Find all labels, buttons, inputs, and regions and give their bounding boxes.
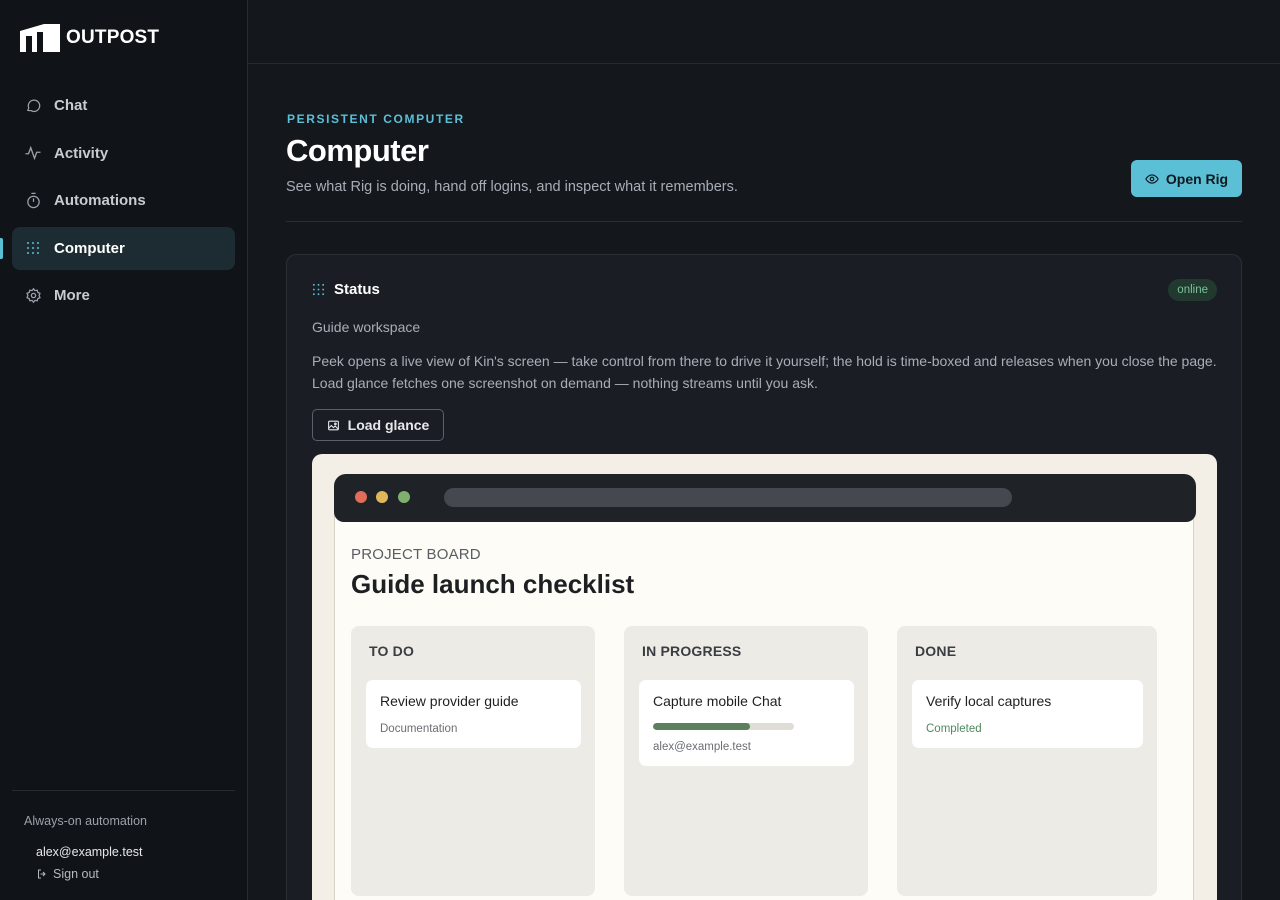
task-title: Capture mobile Chat bbox=[653, 693, 782, 709]
task-progress-bar bbox=[653, 723, 794, 730]
remote-browser-window: PROJECT BOARD Guide launch checklist TO … bbox=[334, 474, 1196, 900]
close-dot-icon bbox=[355, 491, 367, 503]
brand-logo[interactable]: OUTPOST bbox=[20, 24, 159, 52]
column-title: TO DO bbox=[369, 643, 415, 659]
task-progress-fill bbox=[653, 723, 751, 730]
dot-grid-icon bbox=[24, 239, 42, 257]
board-eyebrow: PROJECT BOARD bbox=[351, 546, 481, 563]
status-card-title: Status bbox=[334, 281, 380, 298]
task-card: Verify local captures Completed bbox=[912, 680, 1143, 748]
status-description: Peek opens a live view of Kin's screen —… bbox=[312, 353, 1217, 391]
task-title: Review provider guide bbox=[380, 693, 519, 709]
dot-grid-icon bbox=[312, 283, 325, 296]
screenshot-preview: PROJECT BOARD Guide launch checklist TO … bbox=[312, 454, 1217, 900]
sign-out-link[interactable]: Sign out bbox=[36, 867, 99, 881]
browser-titlebar bbox=[334, 474, 1196, 522]
top-bar bbox=[248, 0, 1280, 64]
active-indicator bbox=[0, 237, 3, 259]
plan-label: Always-on automation bbox=[24, 814, 147, 828]
sidebar-item-label: Activity bbox=[54, 144, 109, 162]
sidebar-item-label: Computer bbox=[54, 239, 125, 257]
address-bar bbox=[444, 488, 1012, 507]
image-icon bbox=[327, 420, 339, 430]
task-assignee: alex@example.test bbox=[653, 741, 751, 753]
sidebar-item-label: Automations bbox=[54, 192, 146, 209]
sidebar-divider bbox=[12, 790, 235, 791]
sidebar-item-activity[interactable]: Activity bbox=[12, 132, 235, 175]
open-rig-label: Open Rig bbox=[1165, 170, 1229, 187]
board-column-in-progress: IN PROGRESS Capture mobile Chat alex@exa… bbox=[624, 626, 868, 896]
sidebar-item-more[interactable]: More bbox=[12, 274, 235, 317]
load-glance-button[interactable]: Load glance bbox=[312, 409, 444, 441]
task-card: Capture mobile Chat alex@example.test bbox=[639, 680, 854, 766]
page-subtitle: See what Rig is doing, hand off logins, … bbox=[286, 179, 738, 195]
minimize-dot-icon bbox=[376, 491, 388, 503]
sidebar: OUTPOST Chat Activity Automations Comput… bbox=[0, 0, 248, 900]
outpost-logo-icon bbox=[20, 24, 60, 52]
status-card-header: Status bbox=[312, 281, 380, 298]
column-title: IN PROGRESS bbox=[642, 643, 742, 659]
user-email: alex@example.test bbox=[36, 845, 143, 859]
column-title: DONE bbox=[915, 643, 957, 659]
load-glance-label: Load glance bbox=[347, 417, 430, 433]
status-card: Status online Guide workspace Peek opens… bbox=[286, 254, 1242, 900]
gear-icon bbox=[24, 287, 42, 305]
maximize-dot-icon bbox=[398, 491, 410, 503]
sidebar-item-chat[interactable]: Chat bbox=[12, 84, 235, 127]
task-meta: Documentation bbox=[380, 723, 458, 735]
page-eyebrow: PERSISTENT COMPUTER bbox=[287, 112, 465, 126]
header-divider bbox=[286, 221, 1242, 222]
task-status: Completed bbox=[926, 723, 982, 735]
sign-out-label: Sign out bbox=[53, 867, 99, 881]
page-title: Computer bbox=[286, 133, 429, 168]
workspace-name: Guide workspace bbox=[312, 319, 421, 335]
sidebar-item-label: More bbox=[54, 287, 90, 304]
activity-pulse-icon bbox=[24, 144, 42, 162]
sign-out-icon bbox=[38, 869, 46, 879]
task-card: Review provider guide Documentation bbox=[366, 680, 581, 748]
board-title: Guide launch checklist bbox=[351, 569, 635, 599]
brand-name: OUTPOST bbox=[66, 27, 160, 48]
sidebar-item-automations[interactable]: Automations bbox=[12, 179, 235, 222]
board-column-todo: TO DO Review provider guide Documentatio… bbox=[351, 626, 595, 896]
timer-icon bbox=[24, 192, 42, 210]
sidebar-item-label: Chat bbox=[54, 97, 88, 114]
board-column-done: DONE Verify local captures Completed bbox=[897, 626, 1157, 896]
sidebar-item-computer[interactable]: Computer bbox=[0, 226, 235, 270]
sidebar-nav: Chat Activity Automations Computer More bbox=[0, 84, 235, 322]
eye-icon bbox=[1145, 173, 1159, 184]
chat-bubble-icon bbox=[24, 97, 42, 115]
open-rig-button[interactable]: Open Rig bbox=[1131, 160, 1242, 197]
status-badge: online bbox=[1168, 279, 1217, 301]
task-title: Verify local captures bbox=[926, 693, 1052, 709]
